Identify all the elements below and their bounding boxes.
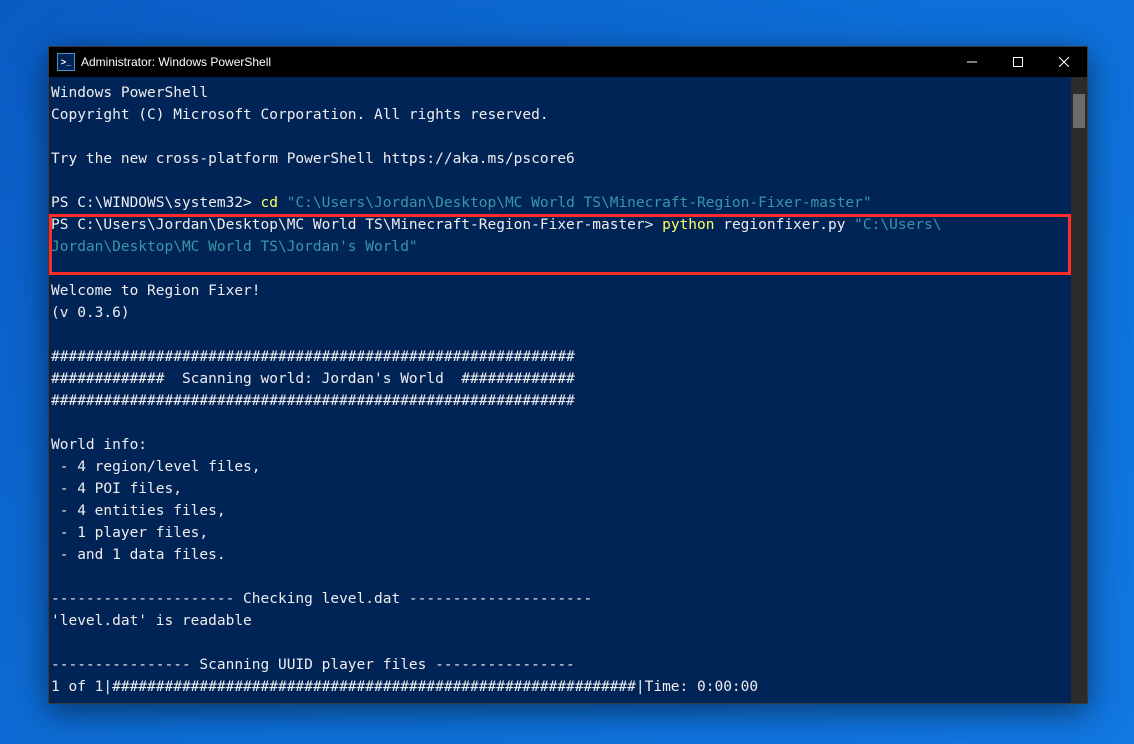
output-line: 1 of 1|#################################…: [51, 679, 758, 695]
string-arg: "C:\Users\: [854, 217, 941, 233]
string-arg-cont: Jordan\Desktop\MC World TS\Jordan's Worl…: [51, 239, 418, 255]
vertical-scrollbar[interactable]: [1071, 77, 1087, 703]
terminal-output[interactable]: Windows PowerShell Copyright (C) Microso…: [49, 77, 1071, 703]
output-line: (v 0.3.6): [51, 305, 130, 321]
banner-line: Windows PowerShell: [51, 85, 208, 101]
minimize-button[interactable]: [949, 47, 995, 77]
output-line: - and 1 data files.: [51, 547, 226, 563]
output-line: ########################################…: [51, 393, 575, 409]
close-icon: [1059, 57, 1069, 67]
output-line: - 1 player files,: [51, 525, 208, 541]
script-arg: regionfixer.py: [714, 217, 854, 233]
minimize-icon: [967, 57, 977, 67]
titlebar[interactable]: >_ Administrator: Windows PowerShell: [49, 47, 1087, 77]
close-button[interactable]: [1041, 47, 1087, 77]
prompt-prefix: PS C:\Users\Jordan\Desktop\MC World TS\M…: [51, 217, 662, 233]
maximize-button[interactable]: [995, 47, 1041, 77]
output-line: 'level.dat' is readable: [51, 613, 252, 629]
banner-line: Try the new cross-platform PowerShell ht…: [51, 151, 575, 167]
output-line: ############# Scanning world: Jordan's W…: [51, 371, 575, 387]
output-line: ########################################…: [51, 349, 575, 365]
scrollbar-thumb[interactable]: [1073, 94, 1085, 128]
maximize-icon: [1013, 57, 1023, 67]
command-token: python: [662, 217, 714, 233]
terminal-area: Windows PowerShell Copyright (C) Microso…: [49, 77, 1087, 703]
window-controls: [949, 47, 1087, 77]
banner-line: Copyright (C) Microsoft Corporation. All…: [51, 107, 549, 123]
powershell-icon: >_: [57, 53, 75, 71]
command-token: cd: [261, 195, 278, 211]
window-title: Administrator: Windows PowerShell: [81, 55, 271, 69]
prompt-prefix: PS C:\WINDOWS\system32>: [51, 195, 261, 211]
prompt-line: PS C:\WINDOWS\system32> cd "C:\Users\Jor…: [51, 195, 872, 211]
output-line: - 4 region/level files,: [51, 459, 261, 475]
string-arg: "C:\Users\Jordan\Desktop\MC World TS\Min…: [278, 195, 872, 211]
output-line: - 4 entities files,: [51, 503, 226, 519]
output-line: World info:: [51, 437, 147, 453]
titlebar-left: >_ Administrator: Windows PowerShell: [49, 53, 271, 71]
powershell-window: >_ Administrator: Windows PowerShell Win…: [48, 46, 1088, 704]
output-line: Welcome to Region Fixer!: [51, 283, 261, 299]
output-line: ---------------- Scanning UUID player fi…: [51, 657, 575, 673]
output-line: - 4 POI files,: [51, 481, 182, 497]
output-line: --------------------- Checking level.dat…: [51, 591, 592, 607]
prompt-line: PS C:\Users\Jordan\Desktop\MC World TS\M…: [51, 217, 941, 233]
